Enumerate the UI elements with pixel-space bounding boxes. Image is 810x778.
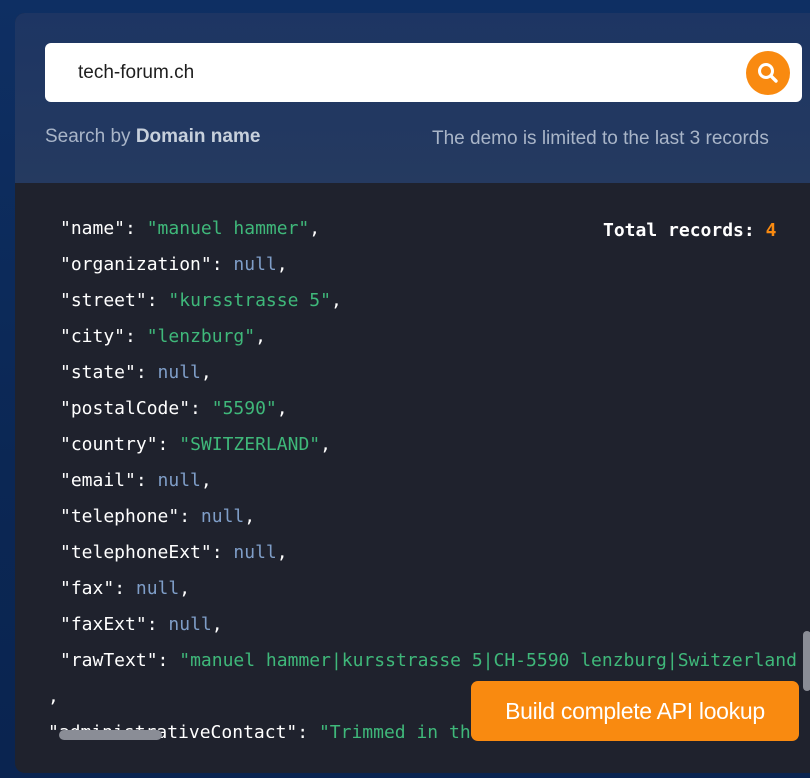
json-value: "manuel hammer|kursstrasse 5|CH-5590 len… (179, 650, 797, 671)
json-key: "telephone" (60, 506, 180, 527)
search-header: Search by Domain name The demo is limite… (15, 13, 810, 183)
search-mode-value[interactable]: Domain name (136, 126, 261, 147)
json-value: null (168, 614, 212, 635)
json-result-viewer[interactable]: "name": "manuel hammer", "organization": … (15, 183, 810, 738)
json-value: "5590" (211, 398, 277, 419)
json-key: "email" (60, 470, 136, 491)
json-key: "telephoneExt" (60, 542, 212, 563)
json-line: "rawText": "manuel hammer|kursstrasse 5|… (60, 650, 797, 671)
json-value: "kursstrasse 5" (168, 290, 331, 311)
build-api-lookup-button[interactable]: Build complete API lookup (471, 681, 799, 741)
json-closing-comma: , (48, 686, 59, 707)
json-line: "email": null, (60, 470, 212, 491)
json-key: "state" (60, 362, 136, 383)
search-mode-prefix: Search by (45, 126, 136, 147)
json-value: "lenzburg" (146, 326, 256, 347)
search-icon (758, 63, 778, 83)
json-key: "postalCode" (60, 398, 191, 419)
search-mode-hint: Search by Domain name (45, 126, 260, 148)
json-value: null (200, 506, 245, 527)
json-key: "organization" (60, 254, 212, 275)
json-value: null (135, 578, 180, 599)
json-line: "organization": null, (60, 254, 288, 275)
json-line: "city": "lenzburg", (60, 326, 266, 347)
whois-lookup-card: Search by Domain name The demo is limite… (15, 13, 810, 773)
json-key: "rawText" (60, 650, 158, 671)
json-key: "city" (60, 326, 126, 347)
total-records-label: Total records: (603, 220, 766, 241)
json-line: "telephoneExt": null, (60, 542, 288, 563)
json-line: "state": null, (60, 362, 212, 383)
horizontal-scrollbar[interactable] (59, 730, 162, 740)
json-key: "name" (60, 218, 126, 239)
search-button[interactable] (746, 51, 790, 95)
json-line: "name": "manuel hammer", (60, 218, 321, 239)
json-key: "faxExt" (60, 614, 147, 635)
json-value: "manuel hammer" (146, 218, 310, 239)
json-value: null (233, 254, 277, 275)
json-value: "SWITZERLAND" (179, 434, 321, 455)
json-value: null (157, 470, 201, 491)
json-line: "telephone": null, (60, 506, 256, 527)
domain-search-input[interactable] (63, 43, 703, 102)
search-box (45, 43, 802, 102)
vertical-scrollbar[interactable] (803, 631, 810, 691)
total-records: Total records: 4 (603, 219, 776, 243)
json-value: null (233, 542, 277, 563)
total-records-count: 4 (765, 220, 777, 241)
json-key: "country" (60, 434, 158, 455)
json-value: null (157, 362, 201, 383)
json-line: "fax": null, (60, 578, 191, 599)
json-line: "postalCode": "5590", (60, 398, 288, 419)
json-line: "street": "kursstrasse 5", (60, 290, 342, 311)
demo-limit-note: The demo is limited to the last 3 record… (432, 128, 769, 149)
json-line: "faxExt": null, (60, 614, 223, 635)
json-key: "street" (60, 290, 147, 311)
json-line: "country": "SWITZERLAND", (60, 434, 331, 455)
json-key: "fax" (60, 578, 115, 599)
